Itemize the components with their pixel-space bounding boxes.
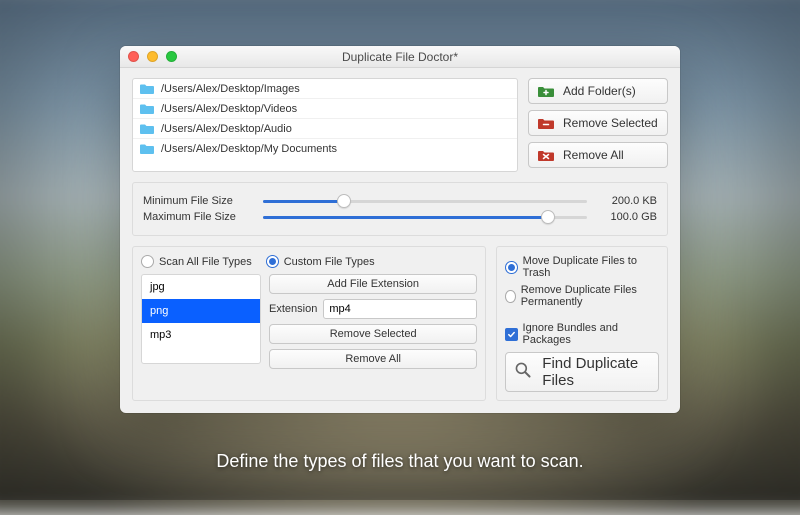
radio-icon bbox=[266, 255, 279, 268]
button-label: Remove Selected bbox=[563, 116, 658, 130]
radio-label: Move Duplicate Files to Trash bbox=[523, 255, 659, 279]
title-bar[interactable]: Duplicate File Doctor* bbox=[120, 46, 680, 68]
min-size-value: 200.0 KB bbox=[597, 195, 657, 207]
add-folder-button[interactable]: Add Folder(s) bbox=[528, 78, 668, 104]
add-folder-icon bbox=[537, 84, 555, 98]
list-item[interactable]: jpg bbox=[142, 275, 260, 299]
folder-icon bbox=[139, 102, 155, 115]
remove-folder-icon bbox=[537, 116, 555, 130]
maximize-icon[interactable] bbox=[166, 51, 177, 62]
button-label: Remove All bbox=[563, 148, 624, 162]
max-size-slider[interactable] bbox=[263, 216, 587, 219]
list-item[interactable]: /Users/Alex/Desktop/Audio bbox=[133, 119, 517, 139]
checkbox-ignore-bundles[interactable]: Ignore Bundles and Packages bbox=[505, 322, 659, 346]
filetypes-panel: Scan All File Types Custom File Types jp… bbox=[132, 246, 486, 401]
extension-label: Extension bbox=[269, 303, 317, 315]
folder-path: /Users/Alex/Desktop/My Documents bbox=[161, 143, 337, 155]
find-duplicates-button[interactable]: Find Duplicate Files bbox=[505, 352, 659, 392]
remove-all-ext-button[interactable]: Remove All bbox=[269, 349, 477, 369]
list-item[interactable]: mp3 bbox=[142, 323, 260, 347]
actions-panel: Move Duplicate Files to Trash Remove Dup… bbox=[496, 246, 668, 401]
remove-all-button[interactable]: Remove All bbox=[528, 142, 668, 168]
list-item[interactable]: png bbox=[142, 299, 260, 323]
add-extension-button[interactable]: Add File Extension bbox=[269, 274, 477, 294]
max-size-label: Maximum File Size bbox=[143, 211, 253, 223]
radio-label: Scan All File Types bbox=[159, 256, 252, 268]
folder-path: /Users/Alex/Desktop/Videos bbox=[161, 103, 297, 115]
remove-selected-button[interactable]: Remove Selected bbox=[528, 110, 668, 136]
list-item[interactable]: /Users/Alex/Desktop/Videos bbox=[133, 99, 517, 119]
checkbox-label: Ignore Bundles and Packages bbox=[523, 322, 659, 346]
radio-remove-permanently[interactable]: Remove Duplicate Files Permanently bbox=[505, 284, 659, 308]
magnifier-icon bbox=[514, 361, 532, 383]
remove-selected-ext-button[interactable]: Remove Selected bbox=[269, 324, 477, 344]
remove-all-icon bbox=[537, 148, 555, 162]
folder-path: /Users/Alex/Desktop/Images bbox=[161, 83, 300, 95]
folder-path: /Users/Alex/Desktop/Audio bbox=[161, 123, 292, 135]
extension-input[interactable] bbox=[323, 299, 477, 319]
list-item[interactable]: /Users/Alex/Desktop/My Documents bbox=[133, 139, 517, 158]
slider-thumb-icon[interactable] bbox=[337, 194, 351, 208]
close-icon[interactable] bbox=[128, 51, 139, 62]
folder-list[interactable]: /Users/Alex/Desktop/Images /Users/Alex/D… bbox=[132, 78, 518, 172]
promo-caption: Define the types of files that you want … bbox=[0, 451, 800, 472]
radio-icon bbox=[505, 290, 515, 303]
min-size-label: Minimum File Size bbox=[143, 195, 253, 207]
checkbox-icon bbox=[505, 328, 517, 341]
extension-list[interactable]: jpg png mp3 bbox=[141, 274, 261, 364]
window-title: Duplicate File Doctor* bbox=[342, 50, 458, 64]
radio-scan-all[interactable]: Scan All File Types bbox=[141, 255, 252, 268]
radio-icon bbox=[141, 255, 154, 268]
minimize-icon[interactable] bbox=[147, 51, 158, 62]
button-label: Add Folder(s) bbox=[563, 84, 636, 98]
max-size-value: 100.0 GB bbox=[597, 211, 657, 223]
radio-label: Remove Duplicate Files Permanently bbox=[521, 284, 659, 308]
button-label: Find Duplicate Files bbox=[542, 355, 650, 389]
radio-icon bbox=[505, 261, 517, 274]
folder-icon bbox=[139, 82, 155, 95]
radio-move-trash[interactable]: Move Duplicate Files to Trash bbox=[505, 255, 659, 279]
folder-icon bbox=[139, 142, 155, 155]
radio-custom[interactable]: Custom File Types bbox=[266, 255, 375, 268]
min-size-slider[interactable] bbox=[263, 200, 587, 203]
app-window: Duplicate File Doctor* /Users/Alex/Deskt… bbox=[120, 46, 680, 413]
slider-thumb-icon[interactable] bbox=[541, 210, 555, 224]
radio-label: Custom File Types bbox=[284, 256, 375, 268]
folder-icon bbox=[139, 122, 155, 135]
list-item[interactable]: /Users/Alex/Desktop/Images bbox=[133, 79, 517, 99]
